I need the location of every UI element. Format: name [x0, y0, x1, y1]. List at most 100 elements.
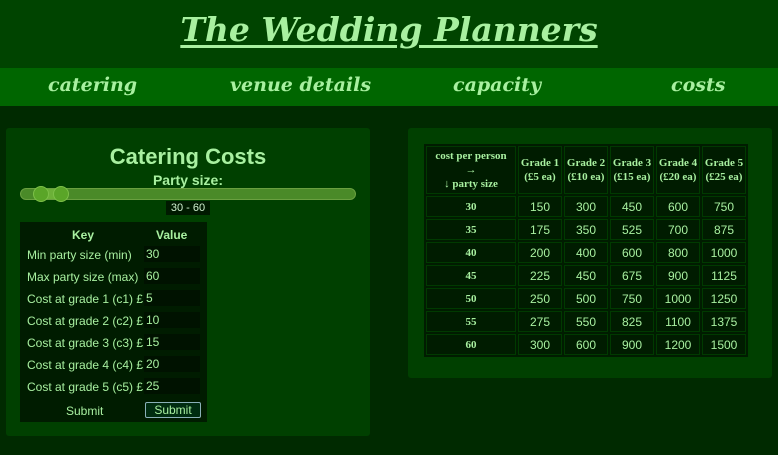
nav-catering[interactable]: catering — [48, 74, 137, 96]
table-row: 55 275 550 825 1100 1375 — [426, 311, 746, 332]
grade-2-cost-input[interactable] — [144, 312, 200, 328]
slider-min-handle[interactable] — [33, 186, 49, 202]
party-size-cell: 60 — [426, 334, 516, 355]
cost-cell: 700 — [656, 219, 700, 240]
min-party-size-input[interactable] — [144, 246, 200, 262]
party-size-cell: 35 — [426, 219, 516, 240]
grade-header: Grade 3 (£15 ea) — [610, 146, 654, 194]
grade-4-cost-input[interactable] — [144, 356, 200, 372]
cost-cell: 800 — [656, 242, 700, 263]
cost-cell: 250 — [518, 288, 562, 309]
cost-cell: 300 — [518, 334, 562, 355]
cost-cell: 525 — [610, 219, 654, 240]
table-row: 50 250 500 750 1000 1250 — [426, 288, 746, 309]
party-size-cell: 30 — [426, 196, 516, 217]
value-header: Value — [156, 228, 188, 242]
table-row: 60 300 600 900 1200 1500 — [426, 334, 746, 355]
cost-cell: 600 — [564, 334, 608, 355]
cost-cell: 1000 — [656, 288, 700, 309]
grade-2-cost-label: Cost at grade 2 (c2) £ — [27, 314, 144, 328]
grade-price: (£15 ea) — [613, 171, 651, 183]
table-corner-header: cost per person → ↓ party size — [426, 146, 516, 194]
main-nav: catering venue details capacity costs — [0, 68, 778, 106]
cost-cell: 225 — [518, 265, 562, 286]
max-party-size-input[interactable] — [144, 268, 200, 284]
table-row: 30 150 300 450 600 750 — [426, 196, 746, 217]
party-size-header: ↓ party size — [444, 178, 498, 190]
grade-name: Grade 5 — [704, 157, 744, 169]
cost-cell: 275 — [518, 311, 562, 332]
cost-cell: 1500 — [702, 334, 746, 355]
cost-cell: 900 — [656, 265, 700, 286]
cost-cell: 150 — [518, 196, 562, 217]
slider-max-handle[interactable] — [53, 186, 69, 202]
cost-cell: 600 — [656, 196, 700, 217]
grade-3-cost-input[interactable] — [144, 334, 200, 350]
party-size-slider[interactable] — [20, 186, 356, 202]
site-header: The Wedding Planners — [0, 0, 778, 68]
grade-name: Grade 4 — [658, 157, 698, 169]
cost-cell: 500 — [564, 288, 608, 309]
slider-readout: 30 - 60 — [166, 201, 210, 215]
cost-cell: 875 — [702, 219, 746, 240]
cost-cell: 1125 — [702, 265, 746, 286]
catering-form: Key Value Min party size (min) Max party… — [20, 222, 207, 422]
cost-cell: 600 — [610, 242, 654, 263]
grade-price: (£10 ea) — [567, 171, 605, 183]
catering-panel: Catering Costs Party size: 30 - 60 Key V… — [6, 128, 370, 436]
grade-header: Grade 4 (£20 ea) — [656, 146, 700, 194]
nav-costs[interactable]: costs — [671, 74, 725, 96]
nav-venue-details[interactable]: venue details — [230, 74, 371, 96]
costs-panel: cost per person → ↓ party size Grade 1 (£… — [408, 128, 772, 378]
cost-cell: 1200 — [656, 334, 700, 355]
grade-name: Grade 2 — [566, 157, 606, 169]
cost-cell: 200 — [518, 242, 562, 263]
cost-cell: 400 — [564, 242, 608, 263]
cost-cell: 1100 — [656, 311, 700, 332]
nav-capacity[interactable]: capacity — [453, 74, 541, 96]
costs-table: cost per person → ↓ party size Grade 1 (£… — [424, 144, 748, 357]
key-header: Key — [72, 228, 95, 242]
party-size-cell: 55 — [426, 311, 516, 332]
grade-price: (£5 ea) — [524, 171, 556, 183]
cost-cell: 300 — [564, 196, 608, 217]
submit-button[interactable]: Submit — [145, 402, 201, 418]
cost-cell: 1000 — [702, 242, 746, 263]
cost-cell: 450 — [564, 265, 608, 286]
right-arrow-icon: → — [465, 164, 477, 176]
cost-cell: 450 — [610, 196, 654, 217]
grade-price: (£20 ea) — [659, 171, 697, 183]
party-size-cell: 40 — [426, 242, 516, 263]
catering-title: Catering Costs — [109, 144, 267, 169]
party-size-cell: 50 — [426, 288, 516, 309]
grade-name: Grade 3 — [612, 157, 652, 169]
grade-5-cost-input[interactable] — [144, 378, 200, 394]
min-party-size-label: Min party size (min) — [27, 248, 132, 262]
grade-3-cost-label: Cost at grade 3 (c3) £ — [27, 336, 144, 350]
site-title: The Wedding Planners — [180, 10, 598, 49]
cost-cell: 1250 — [702, 288, 746, 309]
table-row: 45 225 450 675 900 1125 — [426, 265, 746, 286]
table-row: 40 200 400 600 800 1000 — [426, 242, 746, 263]
cost-per-person-label: cost per person — [435, 150, 507, 162]
grade-header: Grade 5 (£25 ea) — [702, 146, 746, 194]
grade-4-cost-label: Cost at grade 4 (c4) £ — [27, 358, 144, 372]
cost-cell: 550 — [564, 311, 608, 332]
grade-header: Grade 1 (£5 ea) — [518, 146, 562, 194]
grade-5-cost-label: Cost at grade 5 (c5) £ — [27, 380, 144, 394]
grade-1-cost-input[interactable] — [144, 290, 200, 306]
grade-name: Grade 1 — [520, 157, 560, 169]
submit-label: Submit — [66, 404, 104, 418]
cost-cell: 750 — [702, 196, 746, 217]
grade-header: Grade 2 (£10 ea) — [564, 146, 608, 194]
cost-cell: 350 — [564, 219, 608, 240]
cost-cell: 900 — [610, 334, 654, 355]
party-size-cell: 45 — [426, 265, 516, 286]
table-row: 35 175 350 525 700 875 — [426, 219, 746, 240]
cost-cell: 675 — [610, 265, 654, 286]
cost-cell: 1375 — [702, 311, 746, 332]
cost-cell: 175 — [518, 219, 562, 240]
grade-price: (£25 ea) — [705, 171, 743, 183]
grade-1-cost-label: Cost at grade 1 (c1) £ — [27, 292, 144, 306]
cost-cell: 825 — [610, 311, 654, 332]
